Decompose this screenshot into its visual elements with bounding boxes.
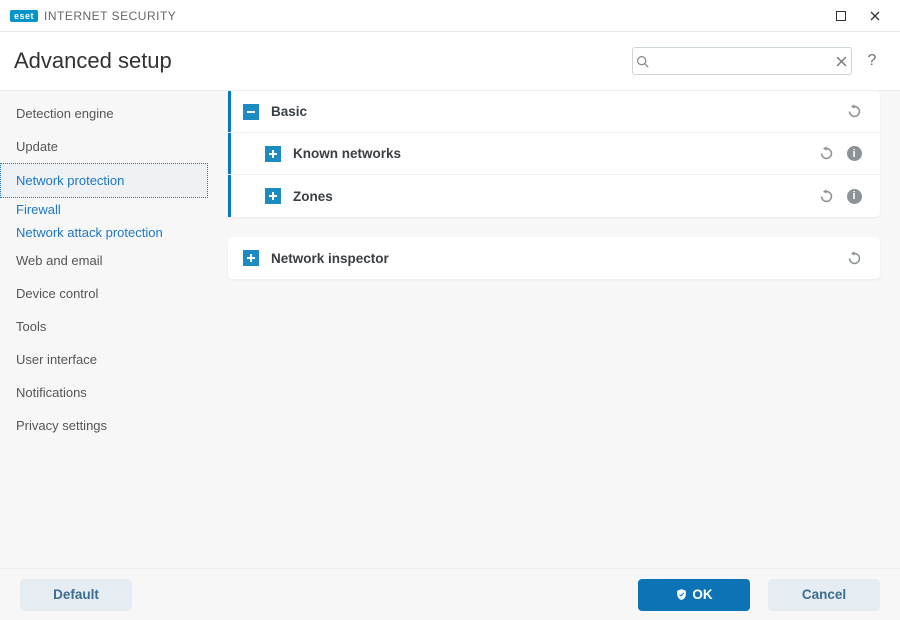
collapse-toggle[interactable]	[243, 104, 259, 120]
sidebar-item-user-interface[interactable]: User interface	[0, 343, 208, 376]
sidebar-item-device-control[interactable]: Device control	[0, 277, 208, 310]
reset-button[interactable]	[814, 142, 838, 166]
undo-icon	[818, 145, 835, 162]
cancel-button[interactable]: Cancel	[768, 579, 880, 611]
sidebar-item-update[interactable]: Update	[0, 130, 208, 163]
body: Detection engine Update Network protecti…	[0, 90, 900, 568]
sidebar-item-web-and-email[interactable]: Web and email	[0, 244, 208, 277]
header: Advanced setup ?	[0, 32, 900, 90]
ok-label: OK	[692, 587, 712, 602]
ok-button[interactable]: OK	[638, 579, 750, 611]
row-zones[interactable]: Zones i	[228, 175, 880, 217]
expand-toggle[interactable]	[243, 250, 259, 266]
sidebar: Detection engine Update Network protecti…	[0, 91, 218, 568]
sidebar-item-detection-engine[interactable]: Detection engine	[0, 97, 208, 130]
window-maximize-button[interactable]	[824, 0, 858, 32]
clear-icon	[836, 56, 847, 67]
footer: Default OK Cancel	[0, 568, 900, 620]
sidebar-item-notifications[interactable]: Notifications	[0, 376, 208, 409]
search-field[interactable]	[632, 47, 852, 75]
row-label: Basic	[271, 104, 838, 119]
plus-icon	[268, 149, 278, 159]
undo-icon	[846, 103, 863, 120]
row-basic[interactable]: Basic	[228, 91, 880, 133]
panel-network-protection: Basic Known networks i	[228, 91, 880, 217]
page-title: Advanced setup	[14, 48, 632, 74]
content: Basic Known networks i	[218, 91, 900, 568]
row-known-networks[interactable]: Known networks i	[228, 133, 880, 175]
help-button[interactable]: ?	[858, 47, 886, 75]
minus-icon	[246, 107, 256, 117]
row-label: Network inspector	[271, 251, 838, 266]
expand-toggle[interactable]	[265, 146, 281, 162]
reset-button[interactable]	[842, 100, 866, 124]
titlebar: eset INTERNET SECURITY	[0, 0, 900, 32]
expand-toggle[interactable]	[265, 188, 281, 204]
info-button[interactable]: i	[842, 142, 866, 166]
sidebar-item-network-protection[interactable]: Network protection	[0, 163, 208, 198]
sidebar-subitem-network-attack-protection[interactable]: Network attack protection	[0, 221, 208, 244]
info-icon: i	[847, 146, 862, 161]
window-close-button[interactable]	[858, 0, 892, 32]
plus-icon	[268, 191, 278, 201]
sidebar-subitem-firewall[interactable]: Firewall	[0, 198, 208, 221]
default-button[interactable]: Default	[20, 579, 132, 611]
brand-product: INTERNET SECURITY	[44, 9, 176, 23]
row-label: Known networks	[293, 146, 810, 161]
panel-network-inspector: Network inspector	[228, 237, 880, 279]
maximize-icon	[836, 11, 846, 21]
row-label: Zones	[293, 189, 810, 204]
info-icon: i	[847, 189, 862, 204]
close-icon	[870, 11, 880, 21]
search-clear-button[interactable]	[832, 56, 851, 67]
row-network-inspector[interactable]: Network inspector	[228, 237, 880, 279]
search-input[interactable]	[652, 53, 832, 70]
search-icon	[633, 55, 652, 68]
sidebar-item-privacy-settings[interactable]: Privacy settings	[0, 409, 208, 442]
reset-button[interactable]	[842, 246, 866, 270]
brand-badge: eset	[10, 10, 38, 22]
info-button[interactable]: i	[842, 184, 866, 208]
shield-icon	[675, 588, 688, 601]
reset-button[interactable]	[814, 184, 838, 208]
sidebar-item-tools[interactable]: Tools	[0, 310, 208, 343]
undo-icon	[818, 188, 835, 205]
plus-icon	[246, 253, 256, 263]
undo-icon	[846, 250, 863, 267]
